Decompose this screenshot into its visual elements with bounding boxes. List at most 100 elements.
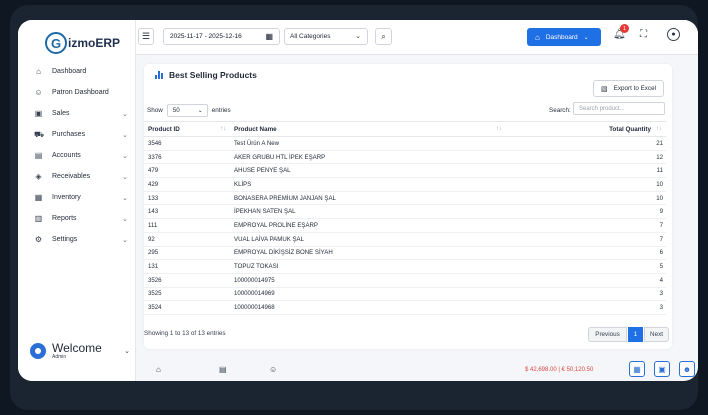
page-length-select[interactable]: 50 ⌄ (166, 104, 208, 117)
cell-total-quantity: 10 (506, 177, 666, 192)
column-header-total-quantity[interactable]: Total Quantity ↑↓ (506, 121, 666, 137)
cell-total-quantity: 21 (506, 136, 666, 151)
sidebar-item-patron-dashboard[interactable]: ☺ Patron Dashboard (18, 82, 136, 103)
cell-total-quantity: 5 (506, 259, 666, 274)
sidebar-item-label: Sales (52, 110, 70, 117)
cell-total-quantity: 10 (506, 191, 666, 206)
notification-badge: 1 (620, 24, 629, 33)
cell-total-quantity: 3 (506, 300, 666, 315)
cart-icon: ⛟ (34, 130, 45, 139)
register-icon[interactable]: ▤ (219, 365, 227, 374)
cell-total-quantity: 11 (506, 163, 666, 179)
chevron-down-icon: ⌄ (122, 194, 128, 202)
table-row[interactable]: 92 VUAL LAİVA PAMUK ŞAL 7 (144, 232, 666, 247)
cell-product-name: VUAL LAİVA PAMUK ŞAL (230, 232, 506, 247)
export-excel-button[interactable]: ▧ Export to Excel (593, 80, 664, 97)
sidebar-item-sales[interactable]: ▣ Sales ⌄ (18, 103, 136, 124)
next-page-button[interactable]: Next (644, 327, 669, 342)
users-icon: ☻ (682, 364, 692, 374)
category-select[interactable]: All Categories ⌄ (284, 28, 368, 45)
cell-product-name: KLİPS (230, 177, 506, 192)
user-icon[interactable]: ● (667, 28, 680, 41)
bar-chart-icon (155, 71, 163, 79)
entries-label: entries (211, 107, 231, 114)
best-selling-card: Best Selling Products ▧ Export to Excel … (144, 64, 672, 349)
menu-toggle-button[interactable]: ☰ (138, 28, 154, 45)
cell-product-id: 479 (144, 163, 230, 179)
table-row[interactable]: 3546 Test Ürün A New 21 (144, 136, 666, 151)
previous-page-button[interactable]: Previous (588, 327, 627, 342)
sidebar-item-reports[interactable]: ▥ Reports ⌄ (18, 208, 136, 229)
column-header-product-name[interactable]: Product Name ↑↓ (230, 121, 506, 137)
card-title: Best Selling Products (155, 70, 257, 80)
gear-icon: ⚙ (34, 235, 43, 244)
calendar-icon: ▦ (265, 32, 273, 41)
cell-product-id: 3526 (144, 273, 230, 288)
table-row[interactable]: 131 TOPUZ TOKASI 5 (144, 259, 666, 274)
table-row[interactable]: 111 EMPROYAL PROLİNE EŞARP 7 (144, 218, 666, 233)
calculator-icon: ▦ (633, 364, 641, 374)
calendar-button[interactable]: ▣ (654, 361, 670, 377)
search-button[interactable]: ⌕ (375, 28, 392, 45)
chevron-down-icon: ⌄ (122, 152, 128, 160)
calculator-button[interactable]: ▦ (629, 361, 645, 377)
cell-product-id: 111 (144, 218, 230, 233)
table-row[interactable]: 429 KLİPS 10 (144, 177, 666, 192)
cell-product-name: AHUSE PENYE ŞAL (230, 163, 506, 179)
table-header-row: Product ID ↑↓ Product Name ↑↓ Total Quanti… (144, 121, 666, 137)
user-circle-icon[interactable]: ☺ (269, 365, 277, 374)
chevron-down-icon: ⌄ (197, 108, 203, 114)
cell-total-quantity: 3 (506, 287, 666, 302)
sidebar-item-dashboard[interactable]: ⌂ Dashboard (18, 61, 136, 82)
table-row[interactable]: 133 BONASERA PREMİUM JANJAN ŞAL 10 (144, 191, 666, 206)
excel-icon: ▧ (601, 85, 608, 93)
table-body: 3546 Test Ürün A New 21 3376 AKER GRUBU HTL … (144, 136, 666, 315)
cell-product-name: AKER GRUBU HTL İPEK EŞARP (230, 150, 506, 165)
cell-product-name: 100000014968 (230, 300, 506, 315)
receipt-icon: ◈ (35, 172, 42, 181)
cell-total-quantity: 7 (506, 218, 666, 233)
table-row[interactable]: 3376 AKER GRUBU HTL İPEK EŞARP 12 (144, 150, 666, 165)
date-range-value: 2025-11-17 - 2025-12-16 (170, 33, 242, 40)
page-1-button[interactable]: 1 (628, 327, 643, 342)
cell-product-name: 100000014969 (230, 287, 506, 302)
table-info: Showing 1 to 13 of 13 entries (144, 330, 226, 337)
home-icon[interactable]: ⌂ (156, 365, 161, 374)
chevron-down-icon: ⌄ (122, 236, 128, 244)
user-menu[interactable]: Welcome Admin ⌄ (30, 338, 130, 364)
sort-icon: ↑↓ (496, 126, 502, 132)
sidebar-item-settings[interactable]: ⚙ Settings ⌄ (18, 229, 136, 250)
cell-total-quantity: 9 (506, 204, 666, 220)
cell-product-id: 133 (144, 191, 230, 206)
chevron-down-icon: ⌄ (122, 131, 128, 139)
sidebar-item-inventory[interactable]: ▦ Inventory ⌄ (18, 187, 136, 208)
table-row[interactable]: 143 İPEKHAN SATEN ŞAL 9 (144, 204, 666, 220)
table-row[interactable]: 3525 100000014969 3 (144, 287, 666, 302)
users-button[interactable]: ☻ (679, 361, 695, 377)
sidebar-item-label: Inventory (52, 194, 81, 201)
date-range-picker[interactable]: 2025-11-17 - 2025-12-16 ▦ (163, 28, 280, 45)
cell-product-id: 3546 (144, 136, 230, 151)
sidebar-item-accounts[interactable]: ▤ Accounts ⌄ (18, 145, 136, 166)
chevron-down-icon: ⌄ (355, 33, 361, 40)
bag-icon: ▣ (34, 109, 43, 118)
cell-product-name: BONASERA PREMİUM JANJAN ŞAL (230, 191, 506, 206)
sidebar-item-receivables[interactable]: ◈ Receivables ⌄ (18, 166, 136, 187)
search-input[interactable]: Search product... (573, 102, 665, 115)
sidebar-item-label: Dashboard (52, 68, 87, 75)
column-header-product-id[interactable]: Product ID ↑↓ (144, 121, 230, 137)
table-row[interactable]: 3524 100000014968 3 (144, 300, 666, 315)
search-icon: ⌕ (381, 31, 386, 41)
cell-product-name: EMPROYAL DİKİŞSİZ BONE SİYAH (230, 246, 506, 261)
home-icon: ⌂ (535, 32, 540, 42)
sidebar-item-label: Purchases (52, 131, 86, 138)
sidebar-item-purchases[interactable]: ⛟ Purchases ⌄ (18, 124, 136, 145)
page-length-value: 50 (172, 107, 180, 114)
dashboard-button[interactable]: ⌂ Dashboard ⌄ (527, 28, 601, 46)
cell-product-name: 100000014975 (230, 273, 506, 288)
table-row[interactable]: 3526 100000014975 4 (144, 273, 666, 288)
table-row[interactable]: 479 AHUSE PENYE ŞAL 11 (144, 163, 666, 179)
table-row[interactable]: 295 EMPROYAL DİKİŞSİZ BONE SİYAH 6 (144, 246, 666, 261)
store-icon[interactable]: ⛶ (640, 29, 647, 40)
app-logo[interactable]: G izmoERP (45, 30, 120, 56)
